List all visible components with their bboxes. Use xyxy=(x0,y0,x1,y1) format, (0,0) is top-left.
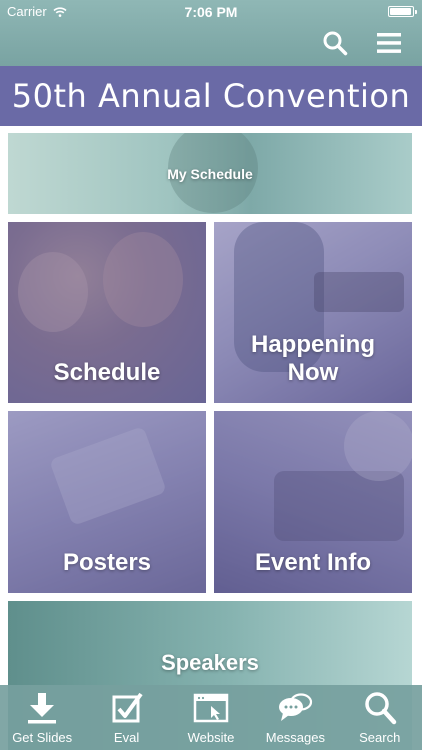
schedule-label: Schedule xyxy=(53,359,161,386)
hamburger-menu-icon[interactable] xyxy=(376,30,402,56)
posters-label: Posters xyxy=(62,549,152,576)
schedule-tile[interactable]: Schedule xyxy=(8,222,206,403)
status-bar: Carrier 7:06 PM xyxy=(0,0,422,22)
happening-now-line1: Happening xyxy=(251,331,375,358)
tab-website[interactable]: Website xyxy=(169,685,253,750)
download-icon xyxy=(28,693,57,724)
speakers-label: Speakers xyxy=(161,650,259,675)
happening-now-label: Happening Now xyxy=(251,331,375,387)
event-info-tile[interactable]: Event Info xyxy=(214,411,412,593)
tab-label: Search xyxy=(359,730,401,745)
bottom-tab-bar: Get Slides Eval Website Messages Search xyxy=(0,685,422,750)
tab-label: Messages xyxy=(265,730,325,745)
posters-tile[interactable]: Posters xyxy=(8,411,206,593)
page-title: 50th Annual Convention xyxy=(11,77,411,115)
tab-search[interactable]: Search xyxy=(338,685,422,750)
search-icon xyxy=(365,692,396,725)
event-info-label: Event Info xyxy=(254,549,371,576)
tab-label: Eval xyxy=(113,730,140,745)
my-schedule-tile[interactable]: My Schedule xyxy=(8,133,412,214)
tab-get-slides[interactable]: Get Slides xyxy=(0,685,84,750)
browser-window-icon xyxy=(193,693,229,723)
top-bar: Carrier 7:06 PM xyxy=(0,0,422,66)
convention-banner: 50th Annual Convention xyxy=(0,66,422,126)
tab-eval[interactable]: Eval xyxy=(85,685,169,750)
my-schedule-label: My Schedule xyxy=(167,165,253,182)
tab-label: Get Slides xyxy=(12,730,73,745)
chat-bubbles-icon xyxy=(279,693,313,721)
battery-fill xyxy=(390,8,411,15)
status-time: 7:06 PM xyxy=(184,4,238,20)
happening-now-tile[interactable]: Happening Now xyxy=(214,222,412,403)
battery-icon xyxy=(388,6,417,17)
search-icon[interactable] xyxy=(322,30,348,56)
tab-messages[interactable]: Messages xyxy=(253,685,337,750)
tab-label: Website xyxy=(187,730,235,745)
happening-now-line2: Now xyxy=(287,359,339,386)
checkbox-icon xyxy=(112,692,143,723)
